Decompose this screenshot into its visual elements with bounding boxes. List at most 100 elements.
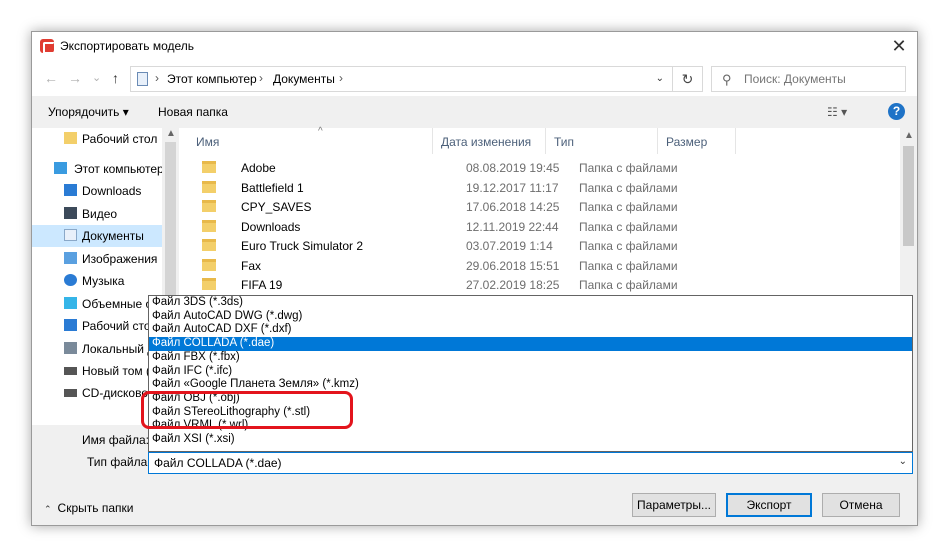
column-header-type[interactable]: Тип bbox=[546, 128, 658, 154]
documents-location-icon bbox=[137, 72, 148, 86]
parameters-button[interactable]: Параметры... bbox=[632, 493, 716, 517]
scroll-up-arrow-icon[interactable]: ▲ bbox=[904, 130, 914, 141]
file-name: FIFA 19 bbox=[241, 278, 283, 292]
close-icon[interactable]: ✕ bbox=[889, 36, 909, 56]
nav-item-label: CD-дисково bbox=[82, 386, 149, 400]
dropdown-option[interactable]: Файл 3DS (*.3ds) bbox=[149, 296, 912, 310]
up-arrow-icon[interactable]: ↑ bbox=[112, 70, 119, 86]
file-date: 08.08.2019 19:45 bbox=[466, 161, 560, 175]
file-type: Папка с файлами bbox=[579, 180, 678, 195]
dropdown-option[interactable]: Файл AutoCAD DWG (*.dwg) bbox=[149, 310, 912, 324]
nav-item-pictures[interactable]: Изображения bbox=[32, 248, 162, 270]
breadcrumb-documents[interactable]: Документы bbox=[273, 72, 335, 86]
dropdown-option-selected[interactable]: Файл COLLADA (*.dae) bbox=[149, 337, 912, 351]
title-bar: Экспортировать модель ✕ bbox=[32, 32, 917, 60]
table-row[interactable]: Adobe 08.08.2019 19:45 Папка с файлами bbox=[188, 158, 904, 178]
nav-item-documents[interactable]: Документы bbox=[32, 225, 162, 247]
refresh-button[interactable]: ↻ bbox=[673, 66, 703, 92]
chevron-down-icon: ⌄ bbox=[898, 456, 907, 467]
nav-item-3d-objects[interactable]: Объемные о bbox=[32, 293, 162, 315]
new-folder-button[interactable]: Новая папка bbox=[158, 105, 228, 119]
breadcrumb-separator: › bbox=[259, 71, 263, 85]
search-box[interactable]: ⚲ bbox=[711, 66, 906, 92]
nav-item-new-volume[interactable]: Новый том (E bbox=[32, 360, 162, 382]
dropdown-option[interactable]: Файл XSI (*.xsi) bbox=[149, 433, 912, 447]
dialog-footer: ⌃ Скрыть папки Параметры... Экспорт Отмен… bbox=[32, 483, 917, 525]
file-type: Папка с файлами bbox=[579, 161, 678, 175]
folder-icon bbox=[202, 200, 216, 212]
table-row[interactable]: Downloads 12.11.2019 22:44 Папка с файла… bbox=[188, 217, 904, 237]
file-date: 03.07.2019 1:14 bbox=[466, 239, 553, 253]
file-date: 19.12.2017 11:17 bbox=[466, 180, 559, 195]
toolbar: Упорядочить ▾ Новая папка ☷ ▾ ? bbox=[32, 96, 917, 128]
table-row[interactable]: FIFA 19 27.02.2019 18:25 Папка с файлами bbox=[188, 275, 904, 295]
filetype-label: Тип файла: bbox=[87, 455, 151, 469]
column-header-label: Размер bbox=[666, 135, 708, 149]
export-button[interactable]: Экспорт bbox=[726, 493, 812, 517]
column-header-label: Имя bbox=[196, 135, 220, 149]
search-input[interactable] bbox=[744, 71, 899, 87]
documents-icon bbox=[64, 229, 77, 241]
file-name: Adobe bbox=[241, 161, 276, 175]
column-header-name[interactable]: ^ Имя bbox=[188, 126, 433, 154]
nav-item-desktop[interactable]: Рабочий стол bbox=[32, 315, 162, 337]
file-date: 27.02.2019 18:25 bbox=[466, 278, 560, 292]
filetype-select[interactable]: Файл COLLADA (*.dae) ⌄ bbox=[148, 452, 913, 474]
file-name: Battlefield 1 bbox=[241, 180, 304, 195]
nav-item-label: Изображения bbox=[82, 252, 158, 266]
file-type: Папка с файлами bbox=[579, 278, 678, 292]
back-arrow-icon[interactable]: ← bbox=[44, 70, 58, 86]
file-type: Папка с файлами bbox=[579, 219, 678, 234]
nav-item-this-pc[interactable]: Этот компьютер bbox=[32, 158, 162, 180]
nav-item-label: Рабочий стол bbox=[82, 132, 158, 146]
dropdown-option[interactable]: Файл IFC (*.ifc) bbox=[149, 365, 912, 379]
nav-item-label: Новый том (E bbox=[82, 364, 158, 378]
column-header-size[interactable]: Размер bbox=[658, 128, 736, 154]
file-name: Fax bbox=[241, 258, 262, 273]
folder-icon bbox=[202, 180, 216, 193]
forward-arrow-icon[interactable]: → bbox=[68, 70, 82, 86]
drive-icon bbox=[64, 367, 77, 375]
nav-item-desktop-pinned[interactable]: Рабочий стол bbox=[32, 128, 162, 150]
nav-item-videos[interactable]: Видео bbox=[32, 203, 162, 225]
scroll-up-arrow-icon[interactable]: ▲ bbox=[166, 128, 176, 139]
file-name: CPY_SAVES bbox=[241, 200, 312, 214]
table-row[interactable]: Fax 29.06.2018 15:51 Папка с файлами bbox=[188, 256, 904, 276]
nav-item-label: Downloads bbox=[82, 184, 142, 198]
hide-folders-toggle[interactable]: ⌃ Скрыть папки bbox=[44, 501, 133, 515]
address-dropdown-chevron-icon[interactable]: ⌄ bbox=[656, 73, 664, 84]
recent-locations-chevron-icon[interactable]: ⌄ bbox=[92, 70, 101, 86]
download-icon bbox=[64, 184, 77, 196]
nav-item-label: Документы bbox=[82, 229, 144, 243]
dropdown-option[interactable]: Файл FBX (*.fbx) bbox=[149, 351, 912, 365]
file-list-scrollbar-thumb[interactable] bbox=[903, 146, 914, 246]
table-row[interactable]: CPY_SAVES 17.06.2018 14:25 Папка с файла… bbox=[188, 197, 904, 217]
organize-menu-button[interactable]: Упорядочить ▾ bbox=[48, 105, 129, 119]
table-row[interactable]: Euro Truck Simulator 2 03.07.2019 1:14 П… bbox=[188, 236, 904, 256]
breadcrumb-this-pc[interactable]: Этот компьютер bbox=[167, 72, 257, 86]
view-options-icon[interactable]: ☷ ▾ bbox=[827, 105, 847, 119]
address-row: ← → ⌄ ↑ › Этот компьютер › Документы › ⌄… bbox=[32, 60, 917, 96]
dropdown-option[interactable]: Файл AutoCAD DXF (*.dxf) bbox=[149, 323, 912, 337]
hide-folders-label: Скрыть папки bbox=[57, 501, 134, 515]
table-row[interactable]: Battlefield 1 19.12.2017 11:17 Папка с ф… bbox=[188, 178, 904, 198]
nav-item-local-disk[interactable]: Локальный д bbox=[32, 338, 162, 360]
3d-objects-icon bbox=[64, 297, 77, 309]
dropdown-option[interactable]: Файл «Google Планета Земля» (*.kmz) bbox=[149, 378, 912, 392]
search-icon: ⚲ bbox=[722, 72, 732, 87]
sort-ascending-icon: ^ bbox=[318, 126, 323, 137]
cancel-button[interactable]: Отмена bbox=[822, 493, 900, 517]
column-header-label: Тип bbox=[554, 135, 575, 149]
nav-item-music[interactable]: Музыка bbox=[32, 270, 162, 292]
nav-item-label: Рабочий стол bbox=[82, 319, 158, 333]
computer-icon bbox=[54, 162, 67, 174]
help-icon[interactable]: ? bbox=[888, 103, 905, 120]
nav-item-label: Объемные о bbox=[82, 297, 153, 311]
folder-icon bbox=[64, 132, 77, 144]
filename-label: Имя файла: bbox=[82, 433, 149, 447]
folder-icon bbox=[202, 219, 216, 232]
column-header-date[interactable]: Дата изменения bbox=[433, 128, 546, 154]
address-bar[interactable]: › Этот компьютер › Документы › ⌄ bbox=[130, 66, 673, 92]
nav-item-downloads[interactable]: Downloads bbox=[32, 180, 162, 202]
window-title: Экспортировать модель bbox=[60, 39, 195, 53]
